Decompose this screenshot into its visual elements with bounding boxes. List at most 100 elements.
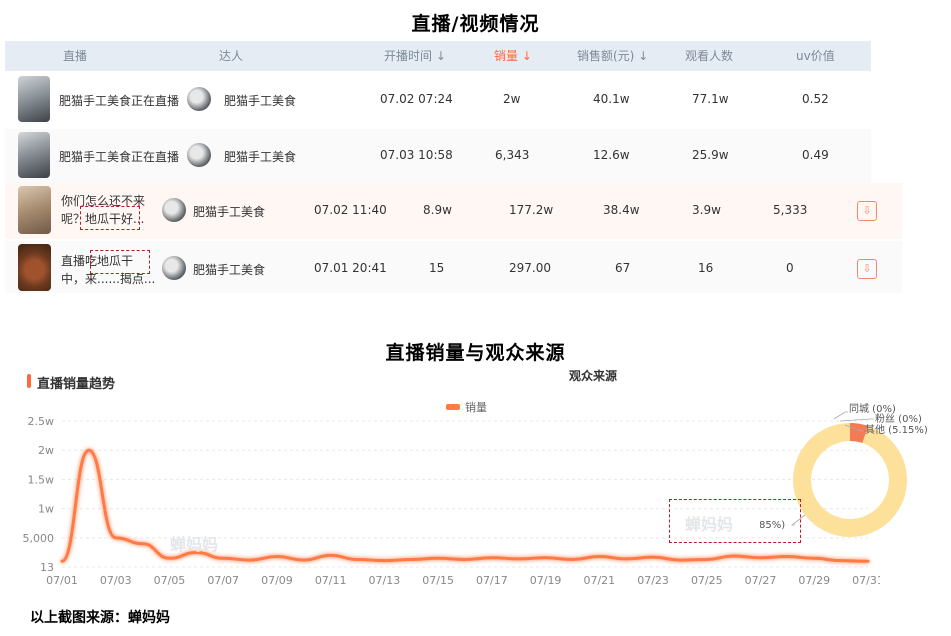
x-tick-label: 07/15 xyxy=(422,574,454,587)
y-tick-label: 2w xyxy=(38,444,54,457)
data-point[interactable] xyxy=(383,559,386,562)
x-tick-label: 07/09 xyxy=(261,574,293,587)
y-tick-label: 2.5w xyxy=(28,415,55,428)
live-thumbnail[interactable] xyxy=(18,132,50,178)
x-tick-label: 07/29 xyxy=(798,574,830,587)
data-point[interactable] xyxy=(544,556,547,559)
data-point[interactable] xyxy=(436,557,440,560)
data-point[interactable] xyxy=(866,560,870,563)
title-accent-bar xyxy=(27,374,31,388)
header-uv[interactable]: uv价值 xyxy=(796,41,835,71)
sort-arrow-icon: ↓ xyxy=(638,49,649,63)
publish-time: 07.02 11:40 xyxy=(314,203,387,217)
sort-arrow-icon: ↓ xyxy=(521,49,532,63)
x-tick-label: 07/27 xyxy=(745,574,777,587)
data-point[interactable] xyxy=(651,555,655,559)
x-tick-label: 07/19 xyxy=(530,574,562,587)
section-title-live-video: 直播/视频情况 xyxy=(411,13,540,35)
data-point[interactable] xyxy=(598,555,601,558)
data-point[interactable] xyxy=(786,555,789,558)
header-live[interactable]: 直播 xyxy=(63,41,87,71)
data-point[interactable] xyxy=(222,557,225,560)
data-point[interactable] xyxy=(463,558,467,561)
x-tick-label: 07/05 xyxy=(154,574,186,587)
data-point[interactable] xyxy=(356,558,359,561)
table-row[interactable]: 肥猫手工美食正在直播 肥猫手工美食 07.03 10:58 6,343 12.6… xyxy=(5,129,871,183)
data-point[interactable] xyxy=(517,557,520,561)
data-point[interactable] xyxy=(248,558,252,562)
data-point[interactable] xyxy=(625,557,628,561)
download-icon[interactable]: ⇩ xyxy=(857,259,877,279)
donut-label: 粉丝 (0%) xyxy=(875,412,922,425)
header-start-time[interactable]: 开播时间 ↓ xyxy=(384,41,446,71)
talent-name[interactable]: 肥猫手工美食 xyxy=(193,203,265,220)
legend-label[interactable]: 销量 xyxy=(465,400,487,414)
publish-time: 07.01 20:41 xyxy=(314,261,387,275)
revenue-value: 12.6w xyxy=(593,148,630,162)
data-point[interactable] xyxy=(705,558,708,561)
video-value-2: 297.00 xyxy=(509,261,551,275)
legend-swatch xyxy=(446,404,460,410)
x-tick-label: 07/17 xyxy=(476,574,508,587)
data-point[interactable] xyxy=(87,449,91,452)
x-tick-label: 07/03 xyxy=(100,574,132,587)
start-time: 07.03 10:58 xyxy=(380,148,453,162)
data-point[interactable] xyxy=(678,558,682,562)
start-time: 07.02 07:24 xyxy=(380,92,453,106)
revenue-value: 40.1w xyxy=(593,92,630,106)
data-point[interactable] xyxy=(60,560,64,563)
y-tick-label: 13 xyxy=(40,561,54,574)
live-title[interactable]: 肥猫手工美食正在直播 xyxy=(59,92,179,109)
talent-name[interactable]: 肥猫手工美食 xyxy=(224,92,296,109)
data-point[interactable] xyxy=(329,554,332,557)
data-point[interactable] xyxy=(114,536,117,540)
sales-trend-chart[interactable]: 13 5,000 1w 1.5w 2w 2.5w 07/01 07/03 07/05 07/07 0… xyxy=(0,395,881,595)
talent-name[interactable]: 肥猫手工美食 xyxy=(224,148,296,165)
header-viewers[interactable]: 观看人数 xyxy=(685,41,733,71)
x-tick-label: 07/01 xyxy=(46,574,78,587)
live-title[interactable]: 肥猫手工美食正在直播 xyxy=(59,148,179,165)
donut-label-leader xyxy=(839,418,874,422)
video-value-3: 38.4w xyxy=(603,203,640,217)
table-row[interactable]: 肥猫手工美食正在直播 肥猫手工美食 07.02 07:24 2w 40.1w 7… xyxy=(5,71,871,127)
data-point[interactable] xyxy=(168,557,171,560)
video-value-1: 15 xyxy=(429,261,445,275)
uv-value: 0.49 xyxy=(802,148,829,162)
video-value-4: 3.9w xyxy=(692,203,721,217)
video-thumbnail[interactable] xyxy=(18,186,51,234)
x-tick-label: 07/21 xyxy=(583,574,615,587)
x-tick-label: 07/23 xyxy=(637,574,669,587)
data-point[interactable] xyxy=(490,556,494,559)
x-tick-label: 07/11 xyxy=(315,574,347,587)
video-value-3: 67 xyxy=(615,261,631,275)
trend-title: 直播销量趋势 xyxy=(37,377,116,392)
data-point[interactable] xyxy=(813,557,816,560)
data-point[interactable] xyxy=(732,554,735,558)
video-value-2: 177.2w xyxy=(509,203,554,217)
avatar xyxy=(162,198,186,222)
data-point[interactable] xyxy=(571,558,574,561)
header-revenue[interactable]: 销售额(元) ↓ xyxy=(577,41,648,71)
table-header: 直播 达人 开播时间 ↓ 销量 ↓ 销售额(元) ↓ 观看人数 uv价值 xyxy=(5,41,871,71)
data-point[interactable] xyxy=(302,558,305,562)
header-sales[interactable]: 销量 ↓ xyxy=(494,41,532,71)
highlight-box xyxy=(90,250,150,274)
source-footnote: 以上截图来源：蝉妈妈 xyxy=(30,610,170,626)
talent-name[interactable]: 肥猫手工美食 xyxy=(193,261,265,278)
data-point[interactable] xyxy=(141,542,144,545)
data-point[interactable] xyxy=(410,558,413,561)
sort-arrow-icon: ↓ xyxy=(435,49,446,63)
data-point[interactable] xyxy=(759,556,762,559)
viewers-value: 77.1w xyxy=(692,92,729,106)
watermark-text: 蝉妈妈 xyxy=(170,535,218,554)
avatar xyxy=(187,143,211,167)
header-talent[interactable]: 达人 xyxy=(219,41,243,71)
download-icon[interactable]: ⇩ xyxy=(857,201,877,221)
live-thumbnail[interactable] xyxy=(18,76,50,122)
data-point[interactable] xyxy=(275,555,279,558)
data-point[interactable] xyxy=(839,559,843,562)
y-tick-label: 1w xyxy=(38,503,54,516)
audience-title: 观众来源 xyxy=(569,369,618,383)
video-thumbnail[interactable] xyxy=(18,244,51,291)
x-tick-label: 07/07 xyxy=(207,574,239,587)
